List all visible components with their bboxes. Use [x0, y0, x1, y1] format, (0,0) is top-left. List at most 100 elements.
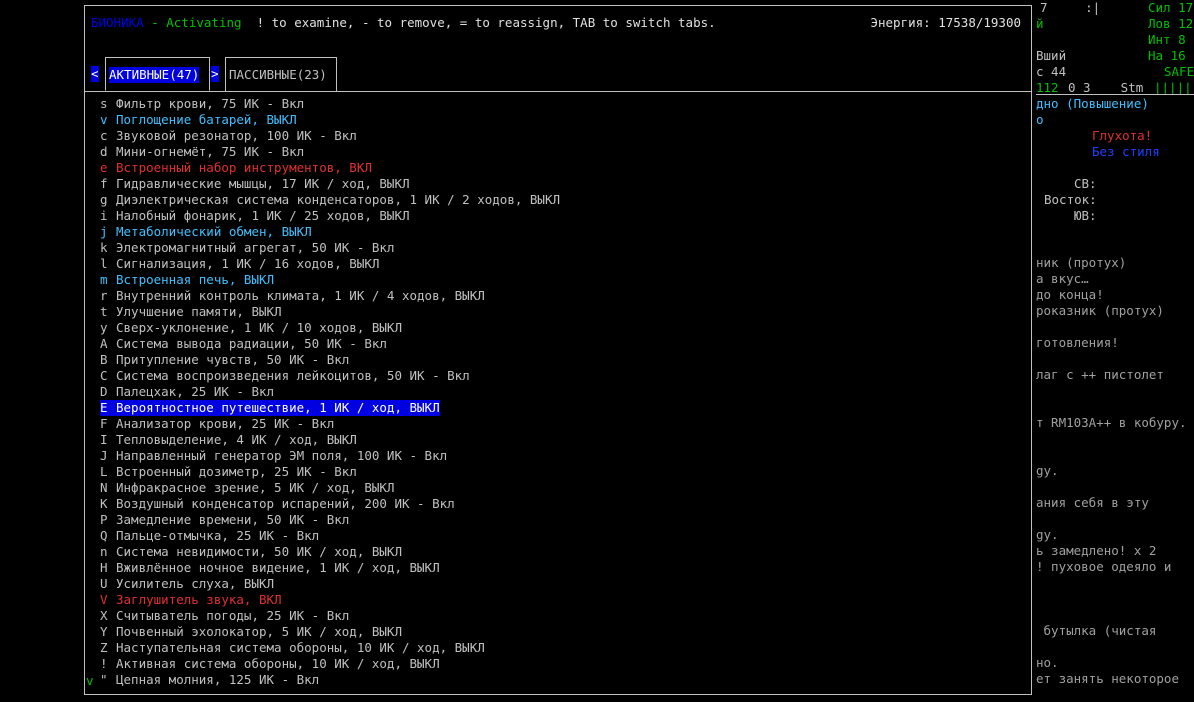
bionic-label: Активная система обороны, 10 ИК / ход, В… [116, 656, 440, 671]
status-text: Инт 8 [1148, 32, 1186, 47]
bionic-hotkey: D [100, 384, 108, 399]
bionic-row[interactable]: V Заглушитель звука, ВКЛ [100, 592, 560, 608]
bionic-hotkey: H [100, 560, 108, 575]
tab-active[interactable]: АКТИВНЫЕ(47) [105, 57, 210, 91]
bionic-label: Улучшение памяти, ВЫКЛ [116, 304, 282, 319]
bionic-hotkey: Z [100, 640, 108, 655]
bionic-label: Метаболический обмен, ВЫКЛ [116, 224, 312, 239]
bionic-row[interactable]: " Цепная молния, 125 ИК - Вкл [100, 672, 560, 688]
bionic-row[interactable]: d Мини-огнемёт, 75 ИК - Вкл [100, 144, 560, 160]
bionic-row[interactable]: c Звуковой резонатор, 100 ИК - Вкл [100, 128, 560, 144]
bionic-label: Анализатор крови, 25 ИК - Вкл [116, 416, 335, 431]
bionic-label: Воздушный конденсатор испарений, 200 ИК … [116, 496, 455, 511]
tab-right-arrow-icon[interactable]: > [211, 66, 219, 82]
bionic-hotkey: F [100, 416, 108, 431]
bionic-label: Гидравлические мышцы, 17 ИК / ход, ВЫКЛ [116, 176, 410, 191]
bionic-row[interactable]: v Поглощение батарей, ВЫКЛ [100, 112, 560, 128]
bionic-row[interactable]: U Усилитель слуха, ВЫКЛ [100, 576, 560, 592]
bionic-label: Электромагнитный агрегат, 50 ИК - Вкл [116, 240, 395, 255]
bionic-row[interactable]: H Вживлённое ночное видение, 1 ИК / ход, … [100, 560, 560, 576]
message-log-line: бутылка (чистая [1036, 623, 1157, 638]
status-text: Глухота! [1092, 128, 1153, 143]
message-log-line: лаг с ++ пистолет [1036, 367, 1164, 382]
bionic-row[interactable]: s Фильтр крови, 75 ИК - Вкл [100, 96, 560, 112]
bionic-hotkey: B [100, 352, 108, 367]
bionic-row[interactable]: k Электромагнитный агрегат, 50 ИК - Вкл [100, 240, 560, 256]
bionic-row[interactable]: N Инфракрасное зрение, 5 ИК / ход, ВЫКЛ [100, 480, 560, 496]
bionic-label: Почвенный эхолокатор, 5 ИК / ход, ВЫКЛ [116, 624, 402, 639]
bionic-row[interactable]: l Сигнализация, 1 ИК / 16 ходов, ВЫКЛ [100, 256, 560, 272]
bionic-row[interactable]: Q Пальце-отмычка, 25 ИК - Вкл [100, 528, 560, 544]
bionic-row[interactable]: J Направленный генератор ЭМ поля, 100 ИК … [100, 448, 560, 464]
bionic-hotkey: N [100, 480, 108, 495]
bionic-hotkey: I [100, 432, 108, 447]
bionic-row[interactable]: j Метаболический обмен, ВЫКЛ [100, 224, 560, 240]
bionic-hotkey: n [100, 544, 108, 559]
bionic-hotkey: d [100, 144, 108, 159]
status-text: ЮВ: [1074, 208, 1097, 223]
bionic-label: Пальце-отмычка, 25 ИК - Вкл [116, 528, 320, 543]
bionic-row[interactable]: I Тепловыделение, 4 ИК / ход, ВЫКЛ [100, 432, 560, 448]
status-text: Восток: [1044, 192, 1097, 207]
message-log-line: gy. [1036, 463, 1059, 478]
bionic-label: Тепловыделение, 4 ИК / ход, ВЫКЛ [116, 432, 357, 447]
bionic-row[interactable]: i Налобный фонарик, 1 ИК / 25 ходов, ВЫКЛ [100, 208, 560, 224]
bionic-row[interactable]: D Палецхак, 25 ИК - Вкл [100, 384, 560, 400]
bionic-hotkey: ! [100, 656, 108, 671]
bionic-hotkey: e [100, 160, 108, 175]
bionic-label: Встроенный дозиметр, 25 ИК - Вкл [116, 464, 357, 479]
bionic-label: Заглушитель звука, ВКЛ [116, 592, 282, 607]
bionic-row[interactable]: E Вероятностное путешествие, 1 ИК / ход, … [100, 400, 440, 416]
status-text: 7 :| [1040, 0, 1101, 15]
bionic-row[interactable]: ! Активная система обороны, 10 ИК / ход, … [100, 656, 560, 672]
bionic-row[interactable]: f Гидравлические мышцы, 17 ИК / ход, ВЫКЛ [100, 176, 560, 192]
bionic-row[interactable]: m Встроенная печь, ВЫКЛ [100, 272, 560, 288]
bionic-row[interactable]: B Притупление чувств, 50 ИК - Вкл [100, 352, 560, 368]
dialog-title: БИОНИКА - Activating ! to examine, - to … [91, 15, 716, 31]
bionic-label: Встроенный набор инструментов, ВКЛ [116, 160, 372, 175]
bionic-row[interactable]: L Встроенный дозиметр, 25 ИК - Вкл [100, 464, 560, 480]
message-log-line: ь замедлено! x 2 [1036, 543, 1157, 558]
bionic-row[interactable]: Y Почвенный эхолокатор, 5 ИК / ход, ВЫКЛ [100, 624, 560, 640]
bionic-row[interactable]: Z Наступательная система обороны, 10 ИК /… [100, 640, 560, 656]
bionic-row[interactable]: X Считыватель погоды, 25 ИК - Вкл [100, 608, 560, 624]
bionic-hotkey: m [100, 272, 108, 287]
bionic-row[interactable]: n Система невидимости, 50 ИК / ход, ВЫКЛ [100, 544, 560, 560]
title-prefix: БИОНИКА [91, 15, 144, 30]
bionic-row[interactable]: t Улучшение памяти, ВЫКЛ [100, 304, 560, 320]
bionic-hotkey: j [100, 224, 108, 239]
bionic-row[interactable]: e Встроенный набор инструментов, ВКЛ [100, 160, 560, 176]
tab-divider [85, 91, 1031, 92]
scroll-down-icon[interactable]: v [86, 673, 94, 689]
message-log-line: роказник (протух) [1036, 303, 1164, 318]
bionic-label: Звуковой резонатор, 100 ИК - Вкл [116, 128, 357, 143]
bionic-hotkey: y [100, 320, 108, 335]
message-log-line: gy. [1036, 527, 1059, 542]
status-text: й [1036, 16, 1044, 31]
bionic-hotkey: v [100, 112, 108, 127]
bionic-label: Усилитель слуха, ВЫКЛ [116, 576, 275, 591]
title-mode: Activating [166, 15, 242, 30]
bionic-row[interactable]: y Сверх-уклонение, 1 ИК / 10 ходов, ВЫКЛ [100, 320, 560, 336]
status-text: Без стиля [1092, 144, 1160, 159]
bionic-label: Мини-огнемёт, 75 ИК - Вкл [116, 144, 305, 159]
bionic-row[interactable]: A Система вывода радиации, 50 ИК - Вкл [100, 336, 560, 352]
bionic-row[interactable]: K Воздушный конденсатор испарений, 200 ИК… [100, 496, 560, 512]
status-text: с 44 [1036, 64, 1067, 79]
bionics-dialog: БИОНИКА - Activating ! to examine, - to … [84, 5, 1032, 695]
bionic-row[interactable]: P Замедление времени, 50 ИК - Вкл [100, 512, 560, 528]
tab-passive[interactable]: ПАССИВНЫЕ(23) [225, 57, 337, 91]
message-log-line: ания себя в эту [1036, 495, 1149, 510]
bionic-row[interactable]: C Система воспроизведения лейкоцитов, 50 … [100, 368, 560, 384]
status-text: дно (Повышение) [1036, 96, 1149, 111]
tab-left-arrow-icon[interactable]: < [91, 66, 99, 82]
message-log-line: т RM103A++ в кобуру. [1036, 415, 1187, 430]
bionic-row[interactable]: F Анализатор крови, 25 ИК - Вкл [100, 416, 560, 432]
bionic-hotkey: E [100, 400, 108, 415]
bionic-hotkey: k [100, 240, 108, 255]
bionic-row[interactable]: g Диэлектрическая система конденсаторов, … [100, 192, 560, 208]
status-text: На 16 [1148, 48, 1186, 63]
bionic-hotkey: P [100, 512, 108, 527]
bionic-row[interactable]: r Внутренний контроль климата, 1 ИК / 4 х… [100, 288, 560, 304]
bionic-hotkey: r [100, 288, 108, 303]
